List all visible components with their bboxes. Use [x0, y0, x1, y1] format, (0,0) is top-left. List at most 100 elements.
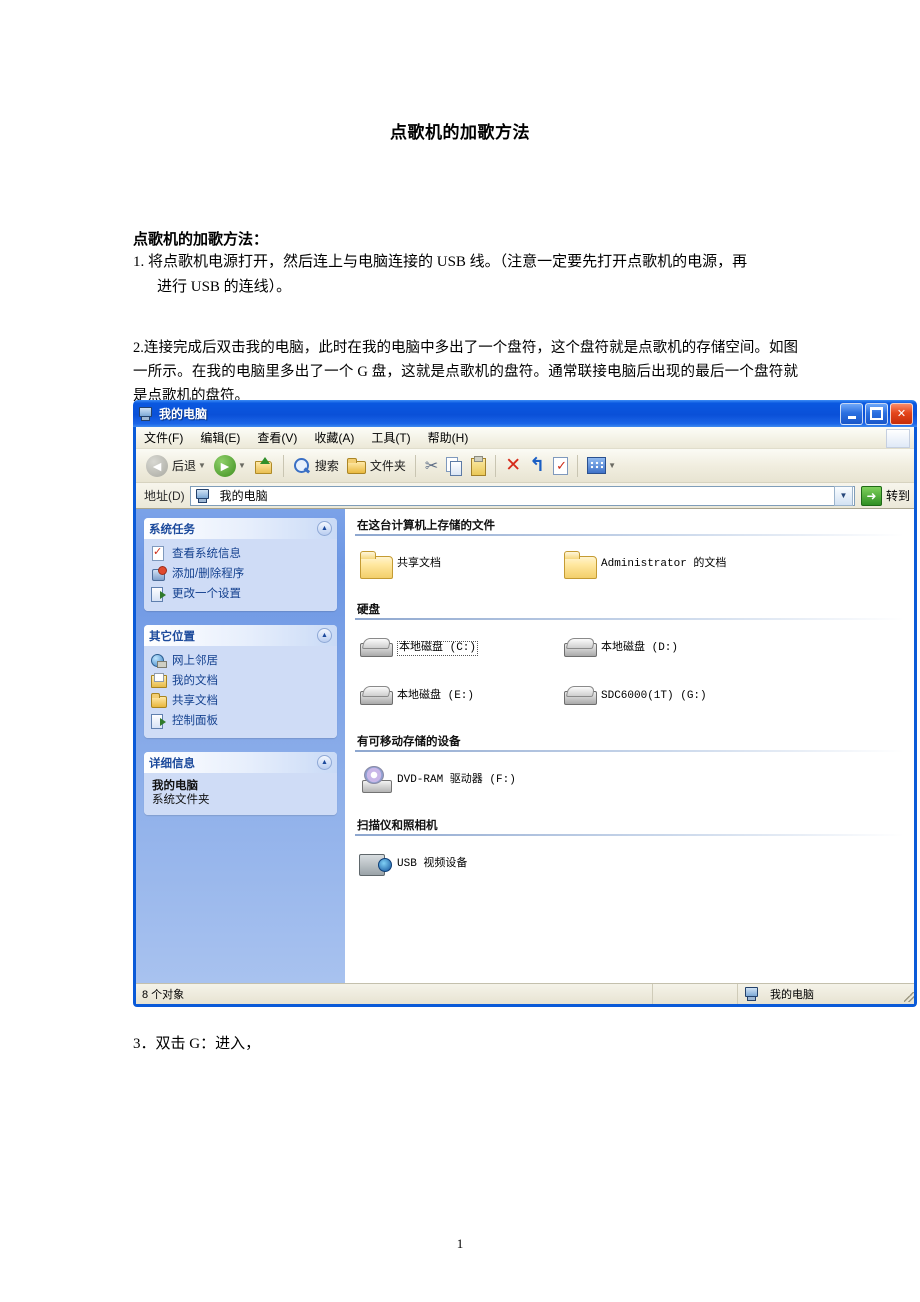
group-hard-disks: 硬盘 本地磁盘 (C:) 本地磁盘 (D:) 本地磁盘 (E:) SDC6000… — [355, 601, 904, 723]
folders-label: 文件夹 — [369, 459, 406, 473]
sidebar-link-label: 控制面板 — [172, 715, 218, 727]
views-chevron-down-icon[interactable]: ▼ — [608, 461, 616, 470]
group-files-stored-on-computer: 在这台计算机上存储的文件 共享文档 Administrator 的文档 — [355, 517, 904, 591]
step-1-line-2: 进行 USB 的连线）。 — [157, 279, 292, 295]
list-item[interactable]: 本地磁盘 (C:) — [355, 627, 559, 669]
search-button[interactable]: 搜索 — [289, 452, 343, 480]
menu-edit[interactable]: 编辑(E) — [200, 429, 240, 446]
address-input[interactable]: 我的电脑 ▼ — [189, 485, 855, 506]
menu-view[interactable]: 查看(V) — [257, 429, 297, 446]
hard-disk-icon — [355, 683, 397, 709]
address-chevron-down-icon[interactable]: ▼ — [833, 485, 853, 506]
address-my-computer-icon — [195, 488, 211, 504]
page-number: 1 — [456, 1236, 464, 1251]
go-button[interactable]: ➜ 转到 — [860, 485, 910, 506]
my-computer-icon — [744, 986, 760, 1002]
item-label: SDC6000(1T) (G:) — [601, 689, 707, 702]
paste-button[interactable] — [466, 452, 490, 480]
dvd-drive-icon — [355, 765, 397, 795]
delete-button[interactable]: ✕ — [501, 452, 525, 480]
details-title: 详细信息 — [149, 757, 195, 770]
cut-button[interactable]: ✂ — [421, 452, 442, 480]
copy-button[interactable] — [442, 452, 466, 480]
control-panel-icon — [151, 713, 166, 729]
group-divider — [355, 534, 904, 536]
system-tasks-header[interactable]: 系统任务 ▲ — [144, 518, 337, 539]
sidebar-link-label: 添加/删除程序 — [172, 568, 245, 580]
list-item[interactable]: 本地磁盘 (D:) — [559, 627, 763, 669]
search-label: 搜索 — [314, 459, 339, 473]
details-body: 我的电脑 系统文件夹 — [144, 773, 337, 815]
sidebar-link-shared-documents[interactable]: 共享文档 — [151, 691, 331, 709]
menu-tools[interactable]: 工具(T) — [371, 429, 410, 446]
sidebar-link-label: 共享文档 — [172, 695, 218, 707]
minimize-button[interactable] — [840, 402, 863, 425]
delete-x-icon: ✕ — [505, 455, 522, 476]
step-1-paragraph: 1. 将点歌机电源打开，然后连上与电脑连接的 USB 线。（注意一定要先打开点歌… — [133, 250, 793, 300]
my-documents-icon — [151, 672, 167, 688]
collapse-chevron-up-icon[interactable]: ▲ — [317, 755, 332, 770]
collapse-chevron-up-icon[interactable]: ▲ — [317, 521, 332, 536]
sidebar-link-label: 更改一个设置 — [172, 588, 241, 600]
other-places-panel: 其它位置 ▲ 网上邻居 我的文档 共享文档 控制面板 — [144, 625, 337, 738]
undo-arrow-icon: ↰ — [529, 455, 546, 476]
menu-file[interactable]: 文件(F) — [144, 429, 183, 446]
sidebar-link-network-places[interactable]: 网上邻居 — [151, 651, 331, 669]
resize-grip[interactable] — [900, 984, 914, 1004]
list-item[interactable]: SDC6000(1T) (G:) — [559, 675, 763, 717]
sidebar-link-my-documents[interactable]: 我的文档 — [151, 671, 331, 689]
forward-button[interactable]: ► ▼ — [210, 452, 250, 480]
window-work-area: 系统任务 ▲ 查看系统信息 添加/删除程序 — [136, 509, 914, 983]
list-item[interactable]: USB 视频设备 — [355, 843, 559, 885]
group-items: 本地磁盘 (C:) 本地磁盘 (D:) 本地磁盘 (E:) SDC6000(1T… — [355, 627, 904, 723]
group-heading: 硬盘 — [357, 604, 380, 616]
change-setting-icon — [151, 586, 166, 602]
group-heading: 在这台计算机上存储的文件 — [357, 520, 495, 532]
collapse-chevron-up-icon[interactable]: ▲ — [317, 628, 332, 643]
list-item[interactable]: 本地磁盘 (E:) — [355, 675, 559, 717]
sidebar-link-label: 查看系统信息 — [172, 548, 241, 560]
list-item[interactable]: DVD-RAM 驱动器 (F:) — [355, 759, 559, 801]
menu-favorites[interactable]: 收藏(A) — [314, 429, 354, 446]
status-location: 我的电脑 — [738, 984, 900, 1004]
search-icon — [293, 457, 311, 475]
back-button[interactable]: ◄ 后退 ▼ — [142, 452, 210, 480]
my-computer-window: 我的电脑 ✕ 文件(F) 编辑(E) 查看(V) 收藏(A) 工具(T) 帮助(… — [133, 400, 917, 1007]
list-item[interactable]: 共享文档 — [355, 543, 559, 585]
address-label: 地址(D) — [144, 489, 185, 503]
network-places-icon — [151, 653, 167, 668]
status-object-count: 8 个对象 — [136, 984, 653, 1004]
shared-documents-icon — [151, 692, 167, 708]
close-button[interactable]: ✕ — [890, 402, 913, 425]
undo-button[interactable]: ↰ — [525, 452, 549, 480]
menu-help[interactable]: 帮助(H) — [428, 429, 469, 446]
hard-disk-icon — [559, 635, 601, 661]
item-label: 本地磁盘 (D:) — [601, 641, 679, 654]
forward-chevron-down-icon[interactable]: ▼ — [238, 461, 246, 470]
sidebar-link-change-setting[interactable]: 更改一个设置 — [151, 584, 331, 602]
item-label: 本地磁盘 (E:) — [397, 689, 475, 702]
up-button[interactable] — [250, 452, 278, 480]
group-divider — [355, 750, 904, 752]
go-label: 转到 — [885, 489, 910, 503]
properties-button[interactable] — [549, 452, 572, 480]
up-folder-icon — [254, 456, 274, 476]
copy-icon — [446, 456, 463, 476]
maximize-button[interactable] — [865, 402, 888, 425]
toolbar-separator-3 — [495, 454, 497, 477]
sidebar-link-control-panel[interactable]: 控制面板 — [151, 711, 331, 729]
views-grid-icon — [587, 457, 607, 474]
sidebar-link-system-info[interactable]: 查看系统信息 — [151, 544, 331, 562]
views-button[interactable]: ▼ — [583, 452, 620, 480]
other-places-header[interactable]: 其它位置 ▲ — [144, 625, 337, 646]
system-tasks-panel: 系统任务 ▲ 查看系统信息 添加/删除程序 — [144, 518, 337, 611]
list-item[interactable]: Administrator 的文档 — [559, 543, 763, 585]
forward-arrow-icon: ► — [213, 454, 236, 477]
details-panel: 详细信息 ▲ 我的电脑 系统文件夹 — [144, 752, 337, 815]
back-chevron-down-icon[interactable]: ▼ — [198, 461, 206, 470]
other-places-title: 其它位置 — [149, 630, 195, 643]
folders-button[interactable]: 文件夹 — [343, 452, 410, 480]
details-header[interactable]: 详细信息 ▲ — [144, 752, 337, 773]
toolbar-separator-2 — [414, 454, 416, 477]
sidebar-link-add-remove-programs[interactable]: 添加/删除程序 — [151, 564, 331, 582]
